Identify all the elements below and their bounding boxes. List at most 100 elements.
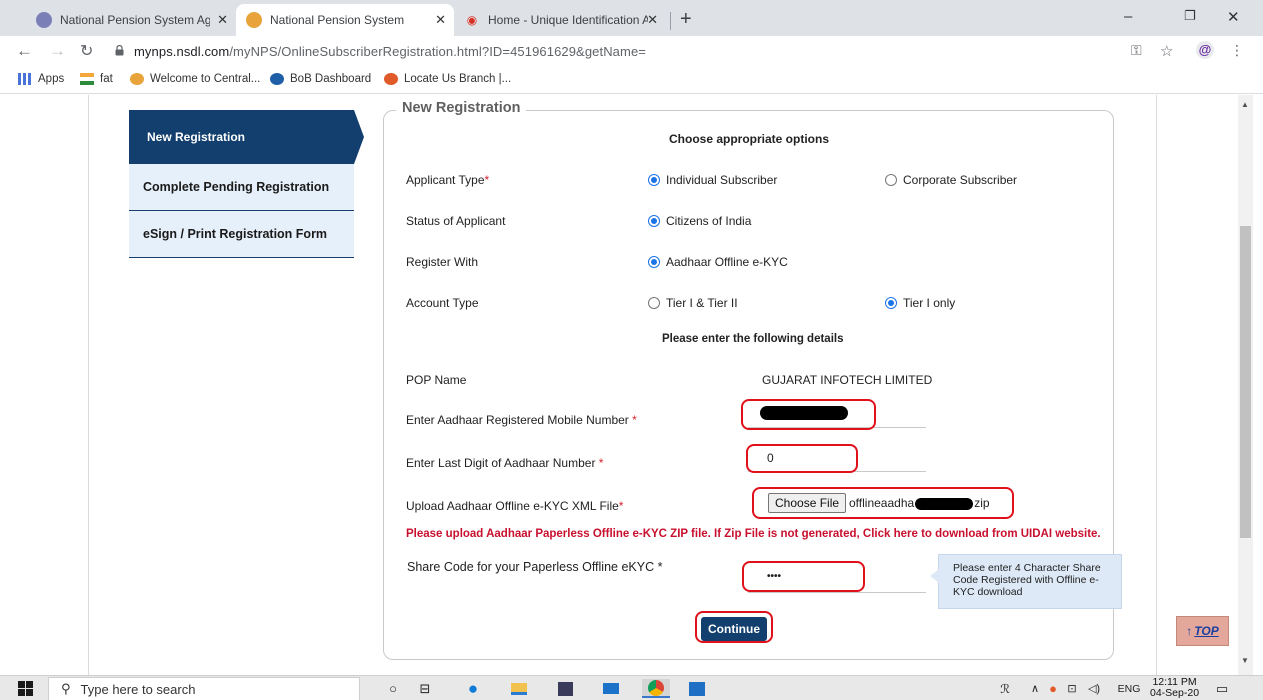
sidebar-item-label: eSign / Print Registration Form [143, 227, 328, 241]
bookmark-label: Apps [38, 73, 65, 85]
forward-arrow-icon[interactable]: → [49, 41, 66, 61]
file-explorer-icon[interactable] [508, 679, 530, 698]
taskbar-search-input[interactable]: ⚲ Type here to search [48, 677, 360, 700]
language-indicator[interactable]: ENG [1116, 679, 1142, 698]
applicant-type-label: Applicant Type* [406, 173, 490, 187]
back-to-top-button[interactable]: ↑ TOP [1176, 616, 1229, 646]
bookmark-bob-dashboard[interactable]: BoB Dashboard [270, 73, 371, 85]
extension-icon[interactable]: @ [1196, 41, 1214, 59]
highlight-share-code-field [742, 561, 865, 592]
back-arrow-icon[interactable]: ← [16, 41, 33, 61]
nps-logo-icon [246, 12, 262, 28]
tab-title: Home - Unique Identification Au [488, 13, 648, 27]
account-type-label: Account Type [406, 296, 479, 310]
highlight-continue-button [695, 611, 773, 643]
task-view-icon[interactable]: ⊟ [416, 679, 434, 698]
mail-icon[interactable] [600, 679, 622, 698]
details-heading: Please enter the following details [662, 333, 844, 345]
radio-button-selected[interactable] [885, 297, 897, 309]
radio-aadhaar-offline-ekyc[interactable]: Aadhaar Offline e-KYC [648, 255, 788, 269]
sidebar-item-new-registration[interactable]: New Registration [129, 110, 354, 164]
tab-title: National Pension System [270, 13, 405, 27]
minimize-icon[interactable]: – [1124, 8, 1132, 25]
url-host: mynps.nsdl.com [134, 44, 230, 59]
bookmark-label: Welcome to Central... [150, 73, 261, 85]
status-of-applicant-label: Status of Applicant [406, 214, 506, 228]
bookmark-fat[interactable]: fat [80, 73, 113, 85]
radio-individual-subscriber[interactable]: Individual Subscriber [648, 173, 777, 187]
radio-button-selected[interactable] [648, 256, 660, 268]
bookmark-label: fat [100, 73, 113, 85]
reload-icon[interactable]: ↻ [80, 41, 93, 61]
share-code-tooltip: Please enter 4 Character Share Code Regi… [930, 554, 1122, 609]
sidebar-item-label: Complete Pending Registration [143, 180, 330, 194]
uidai-fingerprint-icon: ◉ [466, 13, 478, 27]
tab-nps-agent[interactable]: National Pension System Agent, I ✕ [26, 4, 236, 36]
radio-label: Individual Subscriber [666, 173, 778, 187]
scroll-up-arrow-icon[interactable]: ▲ [1241, 100, 1249, 109]
nps-favicon-icon [36, 12, 52, 28]
share-code-field[interactable] [748, 592, 926, 593]
scroll-down-arrow-icon[interactable]: ▼ [1241, 656, 1249, 665]
photos-icon[interactable] [686, 679, 708, 698]
up-arrow-icon: ↑ [1186, 624, 1193, 638]
network-icon[interactable]: ⊡ [1064, 679, 1080, 698]
tray-app-icon[interactable]: ● [1046, 679, 1060, 698]
volume-icon[interactable]: ◁) [1084, 679, 1104, 698]
radio-corporate-subscriber[interactable]: Corporate Subscriber [885, 173, 1017, 187]
radio-button-selected[interactable] [648, 174, 660, 186]
bookmark-welcome-central[interactable]: Welcome to Central... [130, 73, 260, 85]
people-icon[interactable]: ℛ [996, 679, 1014, 698]
notifications-icon[interactable]: ▭ [1212, 679, 1232, 698]
close-icon[interactable]: ✕ [647, 12, 658, 28]
system-clock[interactable]: 12:11 PM 04-Sep-20 [1150, 677, 1199, 699]
close-icon[interactable]: ✕ [217, 12, 228, 28]
radio-citizens-of-india[interactable]: Citizens of India [648, 214, 751, 228]
chrome-icon[interactable] [642, 679, 670, 698]
pop-name-value: GUJARAT INFOTECH LIMITED [762, 373, 933, 387]
windows-start-icon[interactable] [14, 679, 36, 698]
close-window-icon[interactable]: ✕ [1227, 8, 1240, 26]
bookmark-locate-branch[interactable]: Locate Us Branch |... [384, 73, 511, 85]
show-hidden-icons-chevron-icon[interactable]: ∧ [1028, 679, 1042, 698]
top-label: TOP [1194, 624, 1219, 638]
url-field[interactable]: mynps.nsdl.com/myNPS/OnlineSubscriberReg… [134, 44, 646, 59]
highlight-mobile-field [741, 399, 876, 430]
choose-options-heading: Choose appropriate options [669, 132, 830, 146]
content-border-left [88, 95, 89, 675]
share-code-label: Share Code for your Paperless Offline eK… [407, 560, 663, 574]
radio-tier-1-only[interactable]: Tier I only [885, 296, 955, 310]
sidebar-item-esign-print[interactable]: eSign / Print Registration Form [129, 211, 354, 258]
bookmark-apps[interactable]: Apps [18, 73, 64, 85]
tab-uidai-home[interactable]: ◉ Home - Unique Identification Au ✕ [454, 4, 666, 36]
close-icon[interactable]: ✕ [435, 12, 446, 28]
radio-button-selected[interactable] [648, 215, 660, 227]
upload-file-label: Upload Aadhaar Offline e-KYC XML File* [406, 499, 624, 513]
content-border-right [1156, 95, 1157, 675]
fieldset-legend: New Registration [396, 100, 527, 116]
store-icon[interactable] [554, 679, 576, 698]
scrollbar-thumb[interactable] [1240, 226, 1251, 538]
tab-national-pension-system[interactable]: National Pension System ✕ [236, 4, 454, 36]
menu-kebab-icon[interactable]: ⋮ [1230, 42, 1244, 59]
clock-date: 04-Sep-20 [1150, 687, 1200, 699]
windows-taskbar: ⚲ Type here to search ○ ⊟ ● ℛ ∧ ● ⊡ ◁) E… [0, 675, 1263, 700]
cortana-icon[interactable]: ○ [384, 679, 402, 698]
new-tab-button[interactable]: + [680, 8, 692, 31]
radio-label: Aadhaar Offline e-KYC [666, 255, 788, 269]
upload-warning-text[interactable]: Please upload Aadhaar Paperless Offline … [406, 528, 1101, 540]
radio-button[interactable] [885, 174, 897, 186]
register-with-label: Register With [406, 255, 479, 269]
last-digit-label: Enter Last Digit of Aadhaar Number * [406, 456, 604, 470]
search-icon: ⚲ [61, 681, 71, 696]
browser-tab-strip: National Pension System Agent, I ✕ Natio… [0, 0, 1263, 36]
sidebar-item-complete-pending[interactable]: Complete Pending Registration [129, 164, 354, 211]
radio-button[interactable] [648, 297, 660, 309]
key-icon[interactable]: ⚿ [1131, 42, 1142, 59]
restore-icon[interactable]: ❐ [1184, 8, 1196, 24]
edge-browser-icon[interactable]: ● [462, 679, 484, 698]
radio-tier-1-and-2[interactable]: Tier I & Tier II [648, 296, 738, 310]
tab-separator [670, 12, 671, 30]
bookmark-star-icon[interactable]: ☆ [1160, 42, 1173, 60]
lock-icon[interactable] [115, 45, 124, 56]
